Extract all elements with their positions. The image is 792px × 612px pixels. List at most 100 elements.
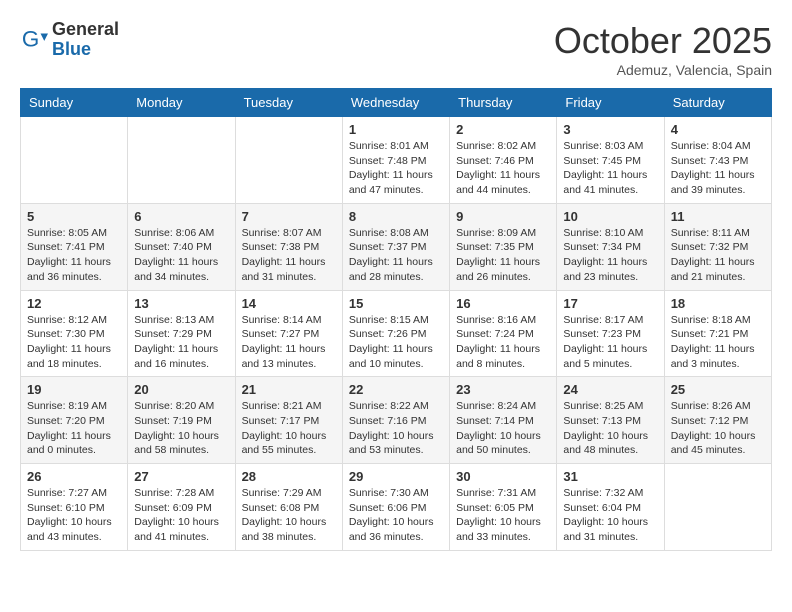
calendar-cell: 4 Sunrise: 8:04 AM Sunset: 7:43 PM Daylig… [664,117,771,204]
calendar-cell: 23Sunrise: 8:24 AM Sunset: 7:14 PM Dayli… [450,377,557,464]
day-number: 8 [349,209,443,224]
day-info: Sunrise: 8:16 AM Sunset: 7:24 PM Dayligh… [456,313,550,372]
column-header-saturday: Saturday [664,89,771,117]
calendar-cell [664,464,771,551]
day-number: 23 [456,382,550,397]
calendar-cell: 14 Sunrise: 8:14 AM Sunset: 7:27 PM Dayli… [235,290,342,377]
location: Ademuz, Valencia, Spain [554,62,772,78]
calendar-header-row: SundayMondayTuesdayWednesdayThursdayFrid… [21,89,772,117]
calendar-cell: 7Sunrise: 8:07 AM Sunset: 7:38 PM Daylig… [235,203,342,290]
day-info: Sunrise: 8:08 AM Sunset: 7:37 PM Dayligh… [349,226,443,285]
calendar-cell: 10 Sunrise: 8:10 AM Sunset: 7:34 PM Dayli… [557,203,664,290]
calendar-table: SundayMondayTuesdayWednesdayThursdayFrid… [20,88,772,551]
calendar-cell: 31 Sunrise: 7:32 AM Sunset: 6:04 PM Dayli… [557,464,664,551]
column-header-monday: Monday [128,89,235,117]
month-title: October 2025 [554,20,772,62]
day-number: 31 [563,469,657,484]
day-number: 15 [349,296,443,311]
day-info: Sunrise: 8:26 AM Sunset: 7:12 PM Dayligh… [671,399,765,458]
column-header-friday: Friday [557,89,664,117]
calendar-week-row: 5 Sunrise: 8:05 AM Sunset: 7:41 PM Daylig… [21,203,772,290]
day-number: 30 [456,469,550,484]
day-number: 9 [456,209,550,224]
header: G General Blue October 2025 Ademuz, Vale… [10,10,782,83]
day-number: 17 [563,296,657,311]
day-number: 5 [27,209,121,224]
day-info: Sunrise: 8:22 AM Sunset: 7:16 PM Dayligh… [349,399,443,458]
day-info: Sunrise: 7:28 AM Sunset: 6:09 PM Dayligh… [134,486,228,545]
day-info: Sunrise: 8:18 AM Sunset: 7:21 PM Dayligh… [671,313,765,372]
day-info: Sunrise: 8:21 AM Sunset: 7:17 PM Dayligh… [242,399,336,458]
day-info: Sunrise: 8:20 AM Sunset: 7:19 PM Dayligh… [134,399,228,458]
calendar-cell: 16 Sunrise: 8:16 AM Sunset: 7:24 PM Dayli… [450,290,557,377]
calendar-cell: 5 Sunrise: 8:05 AM Sunset: 7:41 PM Daylig… [21,203,128,290]
logo-general-text: General [52,20,119,40]
day-number: 22 [349,382,443,397]
day-number: 18 [671,296,765,311]
day-number: 13 [134,296,228,311]
day-number: 26 [27,469,121,484]
day-info: Sunrise: 8:25 AM Sunset: 7:13 PM Dayligh… [563,399,657,458]
logo-icon: G [20,26,48,54]
day-info: Sunrise: 7:30 AM Sunset: 6:06 PM Dayligh… [349,486,443,545]
day-info: Sunrise: 7:29 AM Sunset: 6:08 PM Dayligh… [242,486,336,545]
day-info: Sunrise: 8:03 AM Sunset: 7:45 PM Dayligh… [563,139,657,198]
day-info: Sunrise: 8:14 AM Sunset: 7:27 PM Dayligh… [242,313,336,372]
title-section: October 2025 Ademuz, Valencia, Spain [554,20,772,78]
calendar-cell [235,117,342,204]
day-number: 24 [563,382,657,397]
calendar-cell: 27 Sunrise: 7:28 AM Sunset: 6:09 PM Dayli… [128,464,235,551]
logo: G General Blue [20,20,119,60]
column-header-tuesday: Tuesday [235,89,342,117]
day-number: 27 [134,469,228,484]
calendar-cell: 9Sunrise: 8:09 AM Sunset: 7:35 PM Daylig… [450,203,557,290]
calendar-cell: 12Sunrise: 8:12 AM Sunset: 7:30 PM Dayli… [21,290,128,377]
calendar-cell: 15 Sunrise: 8:15 AM Sunset: 7:26 PM Dayli… [342,290,449,377]
day-info: Sunrise: 8:06 AM Sunset: 7:40 PM Dayligh… [134,226,228,285]
day-number: 3 [563,122,657,137]
day-info: Sunrise: 8:15 AM Sunset: 7:26 PM Dayligh… [349,313,443,372]
day-info: Sunrise: 7:32 AM Sunset: 6:04 PM Dayligh… [563,486,657,545]
calendar-week-row: 26Sunrise: 7:27 AM Sunset: 6:10 PM Dayli… [21,464,772,551]
calendar-cell: 22 Sunrise: 8:22 AM Sunset: 7:16 PM Dayli… [342,377,449,464]
day-number: 16 [456,296,550,311]
day-number: 6 [134,209,228,224]
calendar-cell: 30 Sunrise: 7:31 AM Sunset: 6:05 PM Dayli… [450,464,557,551]
day-number: 11 [671,209,765,224]
day-info: Sunrise: 8:17 AM Sunset: 7:23 PM Dayligh… [563,313,657,372]
day-number: 21 [242,382,336,397]
calendar-cell: 2 Sunrise: 8:02 AM Sunset: 7:46 PM Daylig… [450,117,557,204]
day-info: Sunrise: 8:07 AM Sunset: 7:38 PM Dayligh… [242,226,336,285]
calendar-cell: 24 Sunrise: 8:25 AM Sunset: 7:13 PM Dayli… [557,377,664,464]
day-info: Sunrise: 8:10 AM Sunset: 7:34 PM Dayligh… [563,226,657,285]
day-info: Sunrise: 7:31 AM Sunset: 6:05 PM Dayligh… [456,486,550,545]
calendar-cell: 19Sunrise: 8:19 AM Sunset: 7:20 PM Dayli… [21,377,128,464]
day-number: 4 [671,122,765,137]
column-header-wednesday: Wednesday [342,89,449,117]
calendar-cell: 20Sunrise: 8:20 AM Sunset: 7:19 PM Dayli… [128,377,235,464]
calendar-cell: 17 Sunrise: 8:17 AM Sunset: 7:23 PM Dayli… [557,290,664,377]
day-info: Sunrise: 8:05 AM Sunset: 7:41 PM Dayligh… [27,226,121,285]
calendar-week-row: 12Sunrise: 8:12 AM Sunset: 7:30 PM Dayli… [21,290,772,377]
calendar-cell: 21 Sunrise: 8:21 AM Sunset: 7:17 PM Dayli… [235,377,342,464]
day-number: 10 [563,209,657,224]
day-number: 19 [27,382,121,397]
column-header-sunday: Sunday [21,89,128,117]
day-info: Sunrise: 8:11 AM Sunset: 7:32 PM Dayligh… [671,226,765,285]
day-info: Sunrise: 8:02 AM Sunset: 7:46 PM Dayligh… [456,139,550,198]
day-number: 1 [349,122,443,137]
calendar-cell: 18 Sunrise: 8:18 AM Sunset: 7:21 PM Dayli… [664,290,771,377]
calendar-cell: 25Sunrise: 8:26 AM Sunset: 7:12 PM Dayli… [664,377,771,464]
calendar-week-row: 19Sunrise: 8:19 AM Sunset: 7:20 PM Dayli… [21,377,772,464]
day-number: 12 [27,296,121,311]
calendar-cell: 3 Sunrise: 8:03 AM Sunset: 7:45 PM Daylig… [557,117,664,204]
calendar-cell: 28Sunrise: 7:29 AM Sunset: 6:08 PM Dayli… [235,464,342,551]
column-header-thursday: Thursday [450,89,557,117]
day-number: 14 [242,296,336,311]
calendar-cell: 11 Sunrise: 8:11 AM Sunset: 7:32 PM Dayli… [664,203,771,290]
day-number: 2 [456,122,550,137]
day-info: Sunrise: 8:13 AM Sunset: 7:29 PM Dayligh… [134,313,228,372]
calendar-cell: 6 Sunrise: 8:06 AM Sunset: 7:40 PM Daylig… [128,203,235,290]
calendar-week-row: 1Sunrise: 8:01 AM Sunset: 7:48 PM Daylig… [21,117,772,204]
day-info: Sunrise: 8:04 AM Sunset: 7:43 PM Dayligh… [671,139,765,198]
